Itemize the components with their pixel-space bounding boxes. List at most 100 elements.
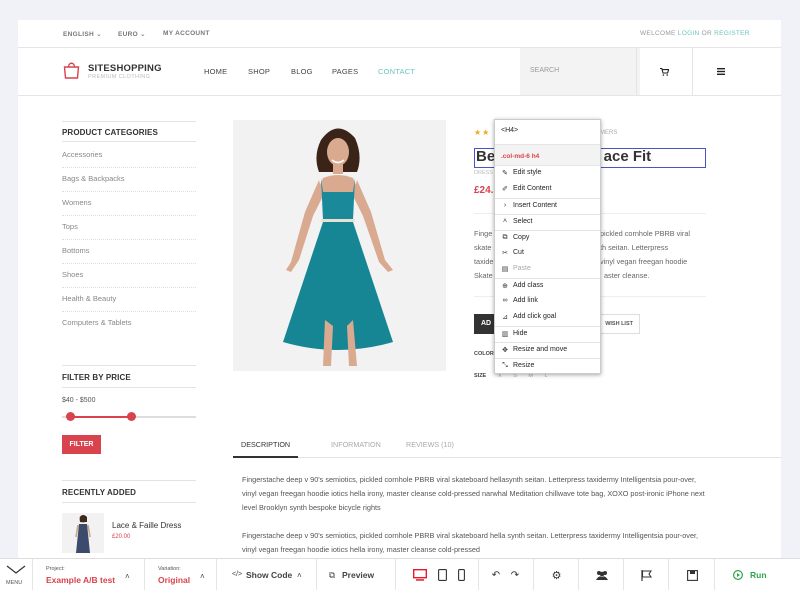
preview-button[interactable]: ⧉ Preview — [317, 559, 396, 590]
price-slider-max-handle[interactable] — [127, 412, 137, 421]
mobile-view-button[interactable] — [454, 559, 468, 590]
category-bags-backpacks[interactable]: Bags & Backpacks — [62, 168, 196, 192]
my-account-link[interactable]: MY ACCOUNT — [163, 30, 210, 37]
plus-circle-icon: ⊕ — [502, 283, 508, 290]
move-icon: ✥ — [502, 347, 508, 354]
menu-select[interactable]: ˄ Select — [495, 214, 600, 230]
category-shoes[interactable]: Shoes — [62, 264, 196, 288]
menu-resize-and-move[interactable]: ✥ Resize and move — [495, 342, 600, 358]
chevron-right-icon: › — [503, 202, 507, 209]
mobile-icon — [457, 569, 465, 581]
project-selector[interactable]: Project: Example A/B test ˄ — [33, 559, 145, 590]
tablet-icon — [437, 569, 447, 581]
star-icon: ★ — [474, 128, 483, 137]
brand-name[interactable]: SITESHOPPING — [88, 63, 162, 74]
variation-selector[interactable]: Variation: Original ˄ — [145, 559, 217, 590]
search-box[interactable]: SEARCH — [520, 48, 640, 95]
nav-shop[interactable]: SHOP — [248, 67, 270, 76]
description-paragraph: Fingerstache deep v 90's semiotics, pick… — [242, 475, 705, 512]
menu-icon — [716, 68, 725, 75]
save-icon — [669, 559, 715, 590]
product-image[interactable] — [233, 120, 446, 371]
hamburger-menu-button[interactable] — [692, 48, 748, 95]
welcome-text: WELCOME LOGIN OR REGISTER — [640, 30, 750, 37]
menu-hide[interactable]: ▥ Hide — [495, 326, 600, 342]
cart-icon — [660, 67, 669, 76]
menu-add-class[interactable]: ⊕ Add class — [495, 278, 600, 294]
menu-paste[interactable]: ▤ Paste — [495, 262, 600, 278]
language-select[interactable]: ENGLISH ⌄ — [63, 30, 102, 38]
menu-add-link[interactable]: ∞ Add link — [495, 294, 600, 310]
category-tops[interactable]: Tops — [62, 216, 196, 240]
link-icon: ∞ — [502, 297, 508, 304]
tab-information[interactable]: INFORMATION — [323, 432, 389, 458]
category-bottoms[interactable]: Bottoms — [62, 240, 196, 264]
filter-button[interactable]: FILTER — [62, 435, 101, 454]
run-button[interactable]: Run — [715, 559, 800, 590]
users-icon — [579, 559, 624, 590]
nav-pages[interactable]: PAGES — [332, 67, 358, 76]
external-link-icon: ⧉ — [329, 570, 336, 580]
color-label: COLOR — [474, 351, 494, 357]
register-link[interactable]: REGISTER — [714, 30, 750, 37]
website-preview-canvas: ENGLISH ⌄ EURO ⌄ MY ACCOUNT WELCOME LOGI… — [18, 20, 781, 558]
menu-logo-icon — [6, 565, 26, 574]
menu-cut[interactable]: ✂ Cut — [495, 246, 600, 262]
search-placeholder: SEARCH — [530, 67, 560, 74]
audience-button[interactable] — [579, 559, 624, 590]
menu-resize[interactable]: ⤡ Resize — [495, 358, 600, 374]
currency-select[interactable]: EURO ⌄ — [118, 30, 146, 38]
sidebar-divider — [62, 480, 196, 481]
undo-redo-group: ↶ ↷ — [479, 559, 534, 590]
nav-home[interactable]: HOME — [204, 67, 227, 76]
editor-toolbar: MENU Project: Example A/B test ˄ Variati… — [0, 558, 800, 590]
cart-button[interactable] — [636, 48, 692, 95]
sidebar-divider — [62, 365, 196, 366]
menu-add-click-goal[interactable]: ⊿ Add click goal — [495, 310, 600, 326]
menu-edit-content[interactable]: ✐ Edit Content — [495, 182, 600, 198]
shopping-bag-icon — [63, 62, 80, 79]
category-computers-tablets[interactable]: Computers & Tablets — [62, 312, 196, 336]
paste-icon: ▤ — [501, 266, 509, 273]
price-range-text: $40 - $500 — [62, 397, 96, 404]
menu-edit-style[interactable]: ✎ Edit style — [495, 166, 600, 182]
desktop-icon — [413, 569, 427, 581]
trash-icon: ▥ — [501, 331, 509, 338]
menu-button[interactable]: MENU — [0, 559, 33, 590]
reviews-count[interactable]: MERS — [600, 130, 617, 136]
tab-description[interactable]: DESCRIPTION — [233, 432, 299, 458]
price-slider[interactable] — [62, 412, 196, 421]
product-tabs: DESCRIPTION INFORMATION REVIEWS (10) — [233, 432, 781, 458]
brand-tagline: PREMIUM CLOTHING — [88, 74, 151, 80]
undo-icon[interactable]: ↶ — [489, 559, 503, 590]
description-paragraph: Fingerstache deep v 90's semiotics, pick… — [242, 531, 699, 554]
category-health-beauty[interactable]: Health & Beauty — [62, 288, 196, 312]
recent-product-name[interactable]: Lace & Faille Dress — [112, 521, 181, 530]
sidebar-divider — [62, 141, 196, 142]
product-category: DRESS — [474, 170, 493, 176]
recent-product-thumbnail[interactable] — [62, 513, 104, 553]
desktop-view-button[interactable] — [410, 559, 430, 590]
goals-button[interactable] — [624, 559, 669, 590]
save-button[interactable] — [669, 559, 715, 590]
price-slider-min-handle[interactable] — [65, 412, 75, 421]
nav-contact[interactable]: CONTACT — [378, 67, 415, 76]
tablet-view-button[interactable] — [434, 559, 450, 590]
chevron-up-icon: ˄ — [297, 571, 302, 580]
category-accessories[interactable]: Accessories — [62, 144, 196, 168]
show-code-button[interactable]: </> Show Code ˄ — [217, 559, 317, 590]
tab-reviews[interactable]: REVIEWS (10) — [398, 432, 462, 458]
sidebar-divider — [62, 387, 196, 388]
redo-icon[interactable]: ↷ — [508, 559, 522, 590]
settings-button[interactable]: ⚙ — [534, 559, 579, 590]
menu-copy[interactable]: ⧉ Copy — [495, 230, 600, 246]
click-icon: ⊿ — [502, 314, 508, 321]
chevron-up-icon: ˄ — [502, 218, 508, 225]
menu-insert-content[interactable]: › Insert Content — [495, 198, 600, 214]
rating-stars: ★★ — [474, 128, 490, 137]
category-womens[interactable]: Womens — [62, 192, 196, 216]
element-context-menu: <H4> .col-md-6 h4 ✎ Edit style ✐ Edit Cont… — [494, 119, 601, 374]
copy-icon: ⧉ — [502, 234, 508, 241]
login-link[interactable]: LOGIN — [678, 30, 700, 37]
nav-blog[interactable]: BLOG — [291, 67, 313, 76]
